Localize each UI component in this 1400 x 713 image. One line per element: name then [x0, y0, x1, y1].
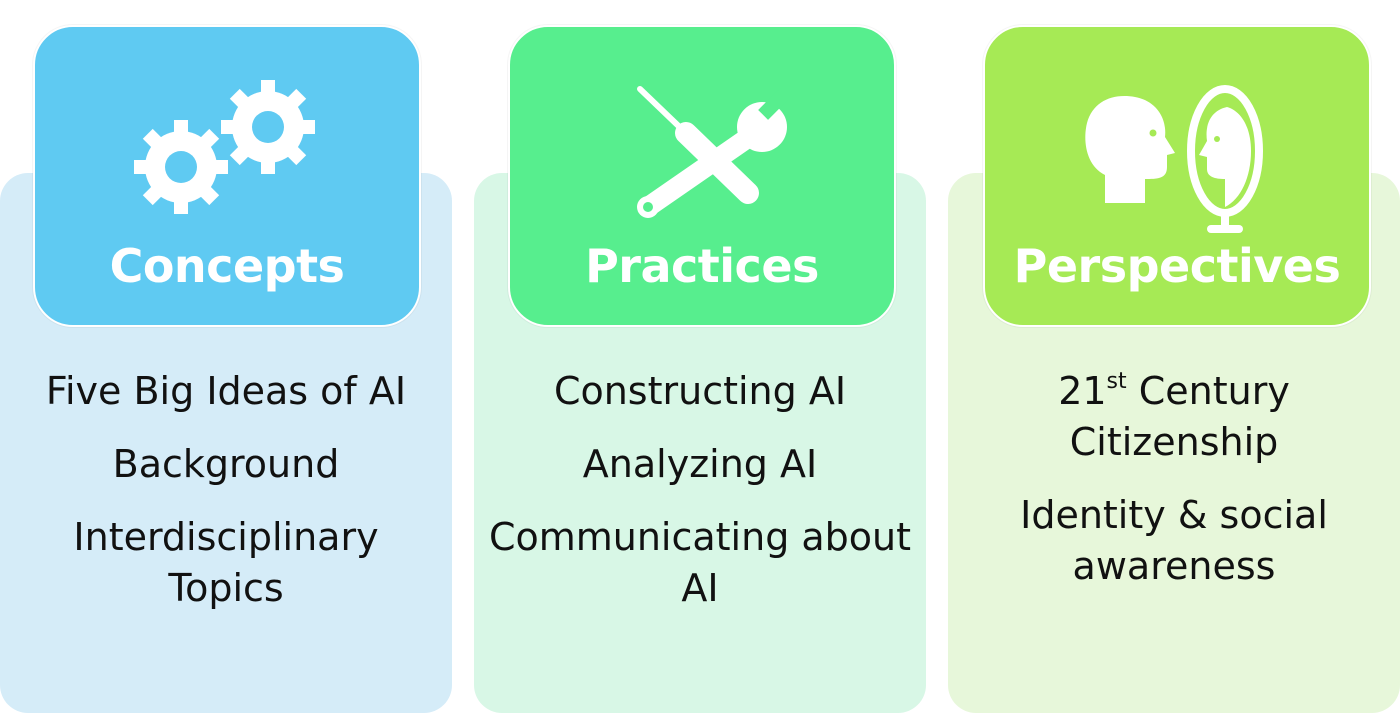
practices-title: Practices: [585, 239, 819, 293]
list-item: Analyzing AI: [474, 439, 926, 490]
list-item: Identity & social awareness: [948, 490, 1400, 592]
item-text: Communicating about: [488, 515, 912, 559]
tools-icon: [637, 86, 788, 218]
practices-items: Constructing AI Analyzing AI Communicati…: [474, 366, 926, 636]
concepts-items: Five Big Ideas of AI Background Interdis…: [0, 366, 452, 636]
list-item: 21st Century Citizenship: [948, 366, 1400, 468]
item-text: Topics: [168, 566, 284, 610]
item-text: 21st Century: [948, 366, 1400, 417]
item-text: Background: [112, 442, 340, 486]
list-item: Constructing AI: [474, 366, 926, 417]
concepts-header: Concepts: [33, 25, 421, 327]
perspectives-items: 21st Century Citizenship Identity & soci…: [948, 366, 1400, 614]
practices-header: Practices: [508, 25, 896, 327]
list-item: Five Big Ideas of AI: [0, 366, 452, 417]
item-text-rest: Century: [1126, 369, 1290, 413]
item-text: Citizenship: [1069, 420, 1279, 464]
item-text: Constructing AI: [553, 369, 847, 413]
item-superscript: st: [1106, 369, 1127, 395]
item-text: Five Big Ideas of AI: [45, 369, 407, 413]
mirror-head-icon: [1085, 85, 1263, 233]
item-text: Analyzing AI: [582, 442, 818, 486]
list-item: Background: [0, 439, 452, 490]
item-text: Identity & social: [1020, 493, 1328, 537]
perspectives-header: Perspectives: [983, 25, 1371, 327]
item-text: AI: [681, 566, 719, 610]
list-item: Communicating about AI: [474, 512, 926, 614]
gears-icon: [134, 80, 315, 214]
item-text: awareness: [1072, 544, 1276, 588]
perspectives-title: Perspectives: [1013, 239, 1341, 293]
list-item: Interdisciplinary Topics: [0, 512, 452, 614]
concepts-title: Concepts: [109, 239, 345, 293]
item-text: Interdisciplinary: [73, 515, 379, 559]
item-number: 21: [1058, 369, 1107, 413]
